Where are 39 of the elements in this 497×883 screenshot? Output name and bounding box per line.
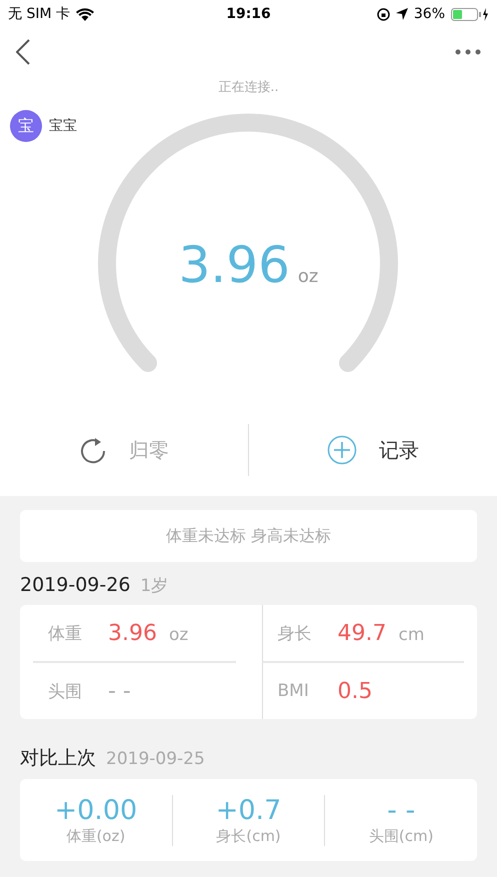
metric-unit: cm bbox=[398, 624, 424, 644]
record-button[interactable]: 记录 bbox=[249, 424, 497, 476]
avatar[interactable]: 宝 bbox=[10, 110, 42, 142]
back-icon[interactable] bbox=[16, 39, 30, 65]
change-value: +0.00 bbox=[54, 794, 138, 826]
metric-value: 49.7 bbox=[338, 620, 386, 646]
change-value: +0.7 bbox=[216, 794, 282, 826]
change-value: - - bbox=[387, 794, 416, 826]
record-date: 2019-09-26 bbox=[20, 574, 130, 596]
metric-label: BMI bbox=[278, 681, 310, 701]
compare-date: 2019-09-25 bbox=[106, 749, 205, 769]
age-label: 1岁 bbox=[140, 575, 168, 597]
compare-title: 对比上次 bbox=[20, 746, 96, 771]
rotation-lock-icon bbox=[376, 8, 390, 20]
wifi-icon bbox=[76, 8, 94, 20]
change-label: 体重(oz) bbox=[66, 826, 126, 846]
change-label: 身长(cm) bbox=[216, 826, 281, 846]
more-icon[interactable] bbox=[455, 49, 481, 55]
metric-value: - - bbox=[108, 678, 131, 704]
metric-label: 体重 bbox=[48, 622, 83, 644]
baby-name: 宝宝 bbox=[49, 117, 77, 135]
zero-button[interactable]: 归零 bbox=[0, 424, 248, 476]
change-label: 头围(cm) bbox=[368, 826, 434, 846]
location-icon bbox=[396, 8, 408, 20]
battery-icon bbox=[451, 8, 490, 20]
carrier-text: 无 SIM 卡 bbox=[8, 5, 70, 23]
metric-value: 3.96 bbox=[108, 620, 157, 646]
metric-value: 0.5 bbox=[338, 678, 372, 704]
metric-unit: oz bbox=[168, 624, 188, 644]
battery-text: 36% bbox=[414, 6, 446, 22]
weight-reading: 3.96 bbox=[178, 236, 290, 294]
metric-label: 头围 bbox=[48, 680, 83, 702]
metric-label: 身长 bbox=[278, 622, 312, 644]
refresh-icon bbox=[79, 436, 107, 464]
clock-text: 19:16 bbox=[226, 6, 271, 22]
status-notice: 体重未达标 身高未达标 bbox=[20, 510, 477, 562]
unit-label: oz bbox=[298, 266, 318, 287]
connection-status: 正在连接.. bbox=[217, 79, 280, 96]
plus-circle-icon bbox=[327, 435, 357, 465]
